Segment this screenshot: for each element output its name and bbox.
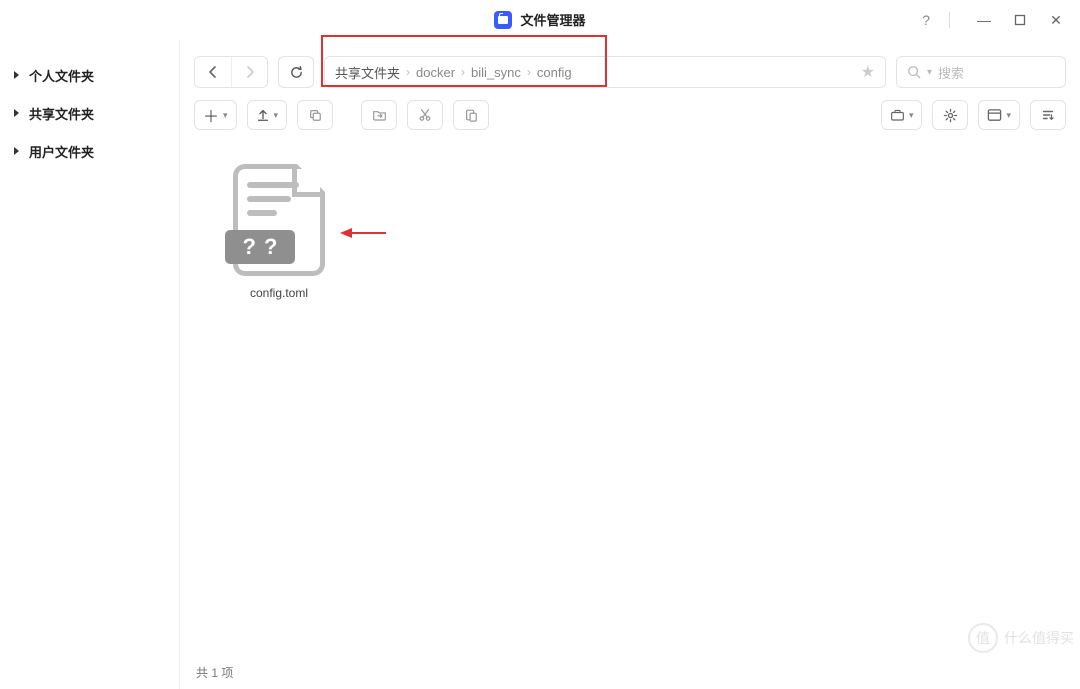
annotation-arrow	[340, 228, 386, 238]
chevron-right-icon	[14, 109, 19, 117]
chevron-right-icon: ›	[527, 65, 531, 79]
file-icon-unknown: ??	[225, 164, 333, 276]
sidebar: 个人文件夹 共享文件夹 用户文件夹	[0, 40, 180, 689]
upload-button[interactable]: ▾	[247, 100, 288, 130]
nav-group	[194, 56, 268, 88]
search-placeholder: 搜索	[938, 63, 964, 82]
status-text: 共 1 项	[196, 664, 233, 681]
close-button[interactable]: ✕	[1038, 0, 1074, 40]
app-title: 文件管理器	[520, 10, 585, 29]
chevron-right-icon: ›	[406, 65, 410, 79]
back-button[interactable]	[195, 57, 231, 87]
main-panel: 共享文件夹 › docker › bili_sync › config ★ ▾ …	[180, 40, 1080, 689]
chevron-down-icon: ▾	[927, 67, 932, 78]
chevron-right-icon: ›	[461, 65, 465, 79]
action-toolbar: ＋▾ ▾ ▾	[180, 96, 1080, 140]
breadcrumb-segment[interactable]: docker	[416, 65, 455, 80]
move-to-button[interactable]	[361, 100, 397, 130]
sidebar-item-personal[interactable]: 个人文件夹	[0, 56, 179, 94]
breadcrumb[interactable]: 共享文件夹 › docker › bili_sync › config ★	[324, 56, 886, 88]
chevron-down-icon: ▾	[1006, 110, 1011, 121]
app-icon	[494, 11, 512, 29]
window-controls: — ✕	[966, 0, 1074, 40]
copy-button[interactable]	[297, 100, 333, 130]
breadcrumb-segment[interactable]: bili_sync	[471, 65, 521, 80]
file-name: config.toml	[250, 286, 308, 300]
titlebar: 文件管理器 ? — ✕	[0, 0, 1080, 40]
favorite-star-icon[interactable]: ★	[861, 62, 875, 82]
sidebar-item-label: 共享文件夹	[29, 104, 94, 123]
sidebar-item-label: 个人文件夹	[29, 66, 94, 85]
minimize-button[interactable]: —	[966, 0, 1002, 40]
chevron-right-icon	[14, 71, 19, 79]
location-toolbar: 共享文件夹 › docker › bili_sync › config ★ ▾ …	[180, 40, 1080, 96]
paste-button[interactable]	[453, 100, 489, 130]
breadcrumb-segment[interactable]: config	[537, 65, 572, 80]
add-button[interactable]: ＋▾	[194, 100, 237, 130]
help-button[interactable]: ?	[922, 0, 930, 40]
search-icon	[907, 65, 921, 79]
watermark: 值 什么值得买	[968, 623, 1074, 653]
titlebar-separator	[949, 12, 950, 28]
maximize-button[interactable]	[1002, 0, 1038, 40]
file-grid[interactable]: ?? config.toml 值 什么值得买	[180, 140, 1080, 655]
status-bar: 共 1 项	[180, 655, 1080, 689]
chevron-down-icon: ▾	[909, 110, 914, 121]
file-item[interactable]: ?? config.toml	[214, 164, 344, 300]
sidebar-item-label: 用户文件夹	[29, 142, 94, 161]
refresh-button[interactable]	[278, 56, 314, 88]
chevron-down-icon: ▾	[274, 110, 279, 121]
breadcrumb-segment[interactable]: 共享文件夹	[335, 63, 400, 82]
view-mode-button[interactable]: ▾	[978, 100, 1020, 130]
settings-button[interactable]	[932, 100, 968, 130]
sidebar-item-user[interactable]: 用户文件夹	[0, 132, 179, 170]
chevron-right-icon	[14, 147, 19, 155]
forward-button[interactable]	[231, 57, 267, 87]
sidebar-item-shared[interactable]: 共享文件夹	[0, 94, 179, 132]
chevron-down-icon: ▾	[223, 110, 228, 121]
cut-button[interactable]	[407, 100, 443, 130]
sort-button[interactable]	[1030, 100, 1066, 130]
toolbox-button[interactable]: ▾	[881, 100, 923, 130]
search-input[interactable]: ▾ 搜索	[896, 56, 1066, 88]
